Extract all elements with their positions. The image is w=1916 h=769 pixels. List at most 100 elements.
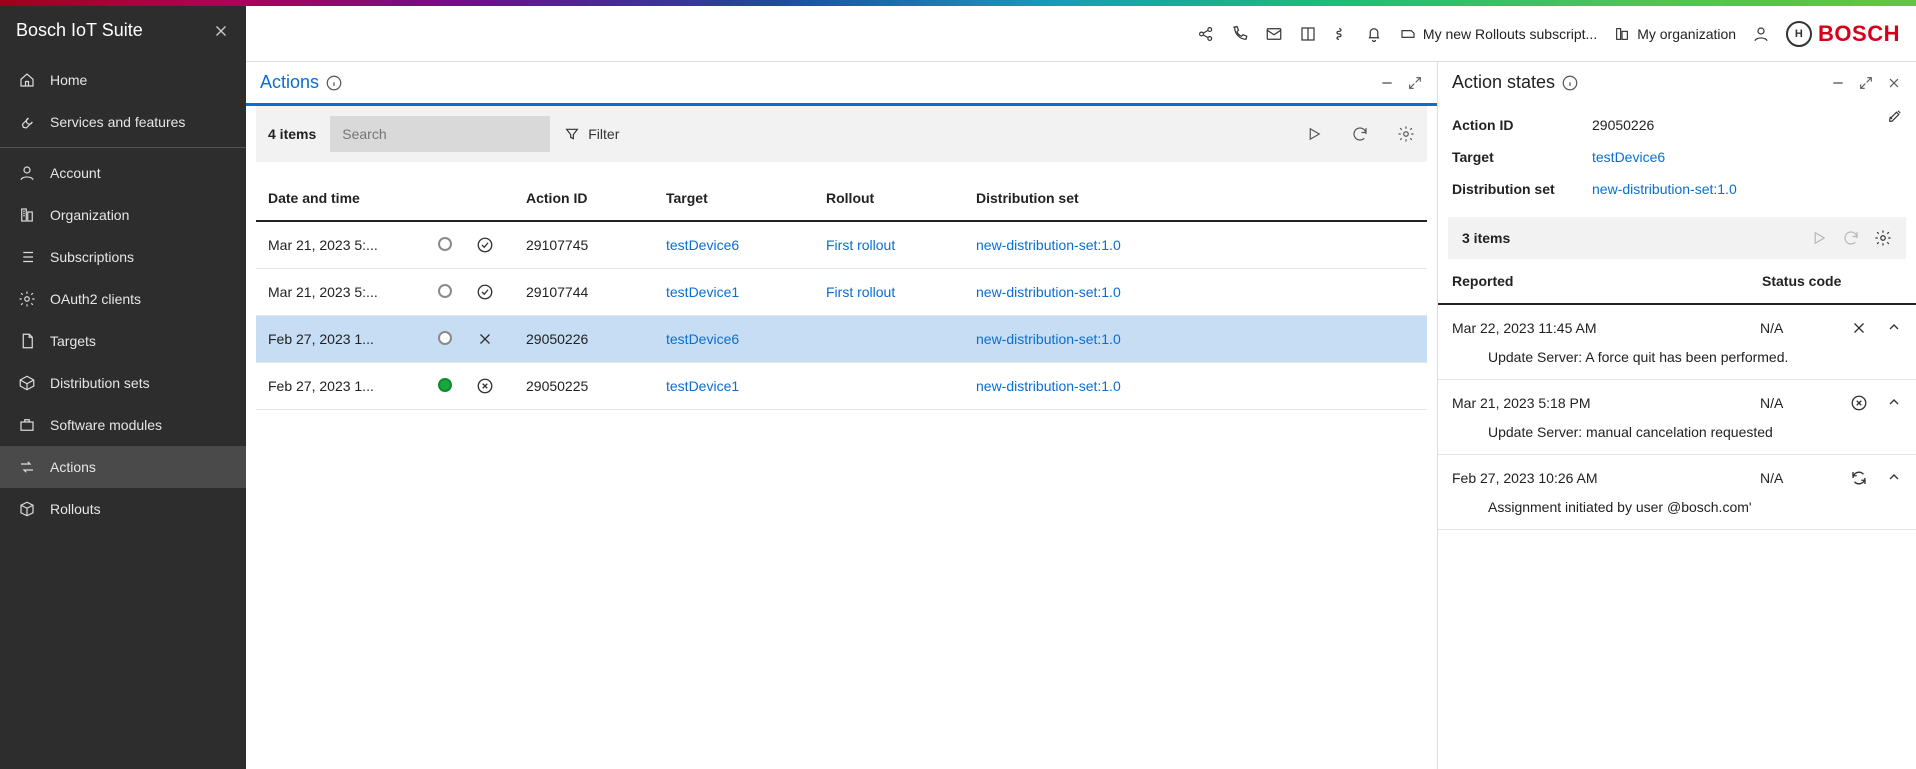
filter-label: Filter bbox=[588, 126, 619, 142]
cell-date: Mar 21, 2023 5:... bbox=[256, 269, 426, 316]
state-row[interactable]: Mar 21, 2023 5:18 PMN/AUpdate Server: ma… bbox=[1438, 380, 1916, 455]
sidebar-item-label: Rollouts bbox=[50, 501, 101, 517]
sidebar-item-actions[interactable]: Actions bbox=[0, 446, 246, 488]
col-target[interactable]: Target bbox=[654, 176, 814, 221]
filter-button[interactable]: Filter bbox=[564, 126, 619, 142]
tools-icon[interactable] bbox=[1886, 107, 1904, 125]
state-row[interactable]: Mar 22, 2023 11:45 AMN/AUpdate Server: A… bbox=[1438, 305, 1916, 380]
sidebar-item-label: Home bbox=[50, 72, 87, 88]
play-icon[interactable] bbox=[1305, 125, 1323, 143]
chevron-up-icon[interactable] bbox=[1886, 319, 1902, 337]
cell-rollout[interactable]: First rollout bbox=[826, 237, 895, 253]
sidebar-item-services-and-features[interactable]: Services and features bbox=[0, 101, 246, 143]
sidebar-item-label: Account bbox=[50, 165, 101, 181]
sidebar-item-label: Services and features bbox=[50, 114, 185, 130]
col-dist[interactable]: Distribution set bbox=[964, 176, 1427, 221]
list-icon bbox=[18, 248, 36, 266]
state-reported: Mar 22, 2023 11:45 AM bbox=[1452, 320, 1760, 336]
sidebar-item-organization[interactable]: Organization bbox=[0, 194, 246, 236]
sidebar-item-distribution-sets[interactable]: Distribution sets bbox=[0, 362, 246, 404]
cell-dist[interactable]: new-distribution-set:1.0 bbox=[976, 378, 1121, 394]
state-message: Update Server: A force quit has been per… bbox=[1452, 337, 1902, 365]
building-icon bbox=[18, 206, 36, 224]
chevron-up-icon[interactable] bbox=[1886, 394, 1902, 412]
sidebar-item-home[interactable]: Home bbox=[0, 59, 246, 101]
sidebar-item-software-modules[interactable]: Software modules bbox=[0, 404, 246, 446]
legal-icon[interactable] bbox=[1333, 25, 1349, 43]
table-row[interactable]: Mar 21, 2023 5:... 29107744 testDevice1 Fir… bbox=[256, 269, 1427, 316]
organization-link[interactable]: My organization bbox=[1613, 26, 1736, 42]
expand-icon[interactable] bbox=[1407, 75, 1423, 91]
value-dist[interactable]: new-distribution-set:1.0 bbox=[1592, 181, 1737, 197]
gear-icon[interactable] bbox=[1874, 229, 1892, 247]
expand-icon[interactable] bbox=[1858, 75, 1874, 91]
chevron-up-icon[interactable] bbox=[1886, 469, 1902, 487]
info-icon[interactable] bbox=[1561, 74, 1579, 92]
refresh-icon[interactable] bbox=[1351, 125, 1369, 143]
cell-target[interactable]: testDevice1 bbox=[666, 378, 739, 394]
actions-table: Date and time Action ID Target Rollout D… bbox=[256, 176, 1427, 410]
topbar: My new Rollouts subscript... My organiza… bbox=[246, 6, 1916, 62]
state-type-icon bbox=[1850, 319, 1868, 337]
status-dot bbox=[438, 237, 452, 251]
sidebar-item-label: Subscriptions bbox=[50, 249, 134, 265]
cell-rollout[interactable]: First rollout bbox=[826, 284, 895, 300]
cell-target[interactable]: testDevice6 bbox=[666, 237, 739, 253]
sidebar-item-label: Organization bbox=[50, 207, 129, 223]
cell-actionid: 29050226 bbox=[514, 316, 654, 363]
sidebar-item-account[interactable]: Account bbox=[0, 152, 246, 194]
minimize-icon[interactable] bbox=[1379, 75, 1395, 91]
book-icon[interactable] bbox=[1299, 25, 1317, 43]
label-target: Target bbox=[1452, 149, 1592, 165]
cell-actionid: 29107745 bbox=[514, 221, 654, 269]
mail-icon[interactable] bbox=[1265, 25, 1283, 43]
user-icon[interactable] bbox=[1752, 25, 1770, 43]
minimize-icon[interactable] bbox=[1830, 75, 1846, 91]
phone-icon[interactable] bbox=[1231, 25, 1249, 43]
cell-dist[interactable]: new-distribution-set:1.0 bbox=[976, 284, 1121, 300]
cell-target[interactable]: testDevice1 bbox=[666, 284, 739, 300]
sidebar-item-rollouts[interactable]: Rollouts bbox=[0, 488, 246, 530]
home-icon bbox=[18, 71, 36, 89]
table-row[interactable]: Feb 27, 2023 1...29050225testDevice1new-… bbox=[256, 363, 1427, 410]
col-reported[interactable]: Reported bbox=[1452, 273, 1762, 289]
app-name: Bosch IoT Suite bbox=[16, 20, 143, 41]
search-input[interactable] bbox=[330, 116, 550, 152]
close-icon[interactable] bbox=[212, 22, 230, 40]
transfer-icon bbox=[18, 458, 36, 476]
state-reported: Feb 27, 2023 10:26 AM bbox=[1452, 470, 1760, 486]
cell-dist[interactable]: new-distribution-set:1.0 bbox=[976, 331, 1121, 347]
organization-label: My organization bbox=[1637, 26, 1736, 42]
actions-panel: Actions 4 items Filter bbox=[246, 62, 1438, 769]
gear-icon[interactable] bbox=[1397, 125, 1415, 143]
brand-text: BOSCH bbox=[1818, 21, 1900, 47]
sidebar-nav: Home Services and features Account Organiza… bbox=[0, 59, 246, 530]
sidebar-item-oauth2-clients[interactable]: OAuth2 clients bbox=[0, 278, 246, 320]
col-date[interactable]: Date and time bbox=[256, 176, 426, 221]
col-actionid[interactable]: Action ID bbox=[514, 176, 654, 221]
action-states-panel: Action states Action ID 29050226 bbox=[1438, 62, 1916, 769]
brand-logo: H BOSCH bbox=[1786, 21, 1900, 47]
bell-icon[interactable] bbox=[1365, 25, 1383, 43]
table-row[interactable]: Mar 21, 2023 5:...29107745testDevice6Fir… bbox=[256, 221, 1427, 269]
user-icon bbox=[18, 164, 36, 182]
cell-actionid: 29107744 bbox=[514, 269, 654, 316]
cell-dist[interactable]: new-distribution-set:1.0 bbox=[976, 237, 1121, 253]
sidebar-item-targets[interactable]: Targets bbox=[0, 320, 246, 362]
sidebar-item-subscriptions[interactable]: Subscriptions bbox=[0, 236, 246, 278]
value-target[interactable]: testDevice6 bbox=[1592, 149, 1665, 165]
col-rollout[interactable]: Rollout bbox=[814, 176, 964, 221]
state-row[interactable]: Feb 27, 2023 10:26 AMN/AAssignment initi… bbox=[1438, 455, 1916, 530]
package-icon bbox=[18, 374, 36, 392]
cell-target[interactable]: testDevice6 bbox=[666, 331, 739, 347]
col-status[interactable]: Status code bbox=[1762, 273, 1902, 289]
state-icon bbox=[476, 330, 502, 348]
close-icon[interactable] bbox=[1886, 75, 1902, 91]
share-icon[interactable] bbox=[1197, 25, 1215, 43]
info-icon[interactable] bbox=[325, 74, 343, 92]
state-code: N/A bbox=[1760, 320, 1850, 336]
state-icon bbox=[476, 283, 502, 301]
briefcase-icon bbox=[18, 416, 36, 434]
table-row[interactable]: Feb 27, 2023 1...29050226testDevice6new-… bbox=[256, 316, 1427, 363]
subscription-link[interactable]: My new Rollouts subscript... bbox=[1399, 26, 1597, 42]
